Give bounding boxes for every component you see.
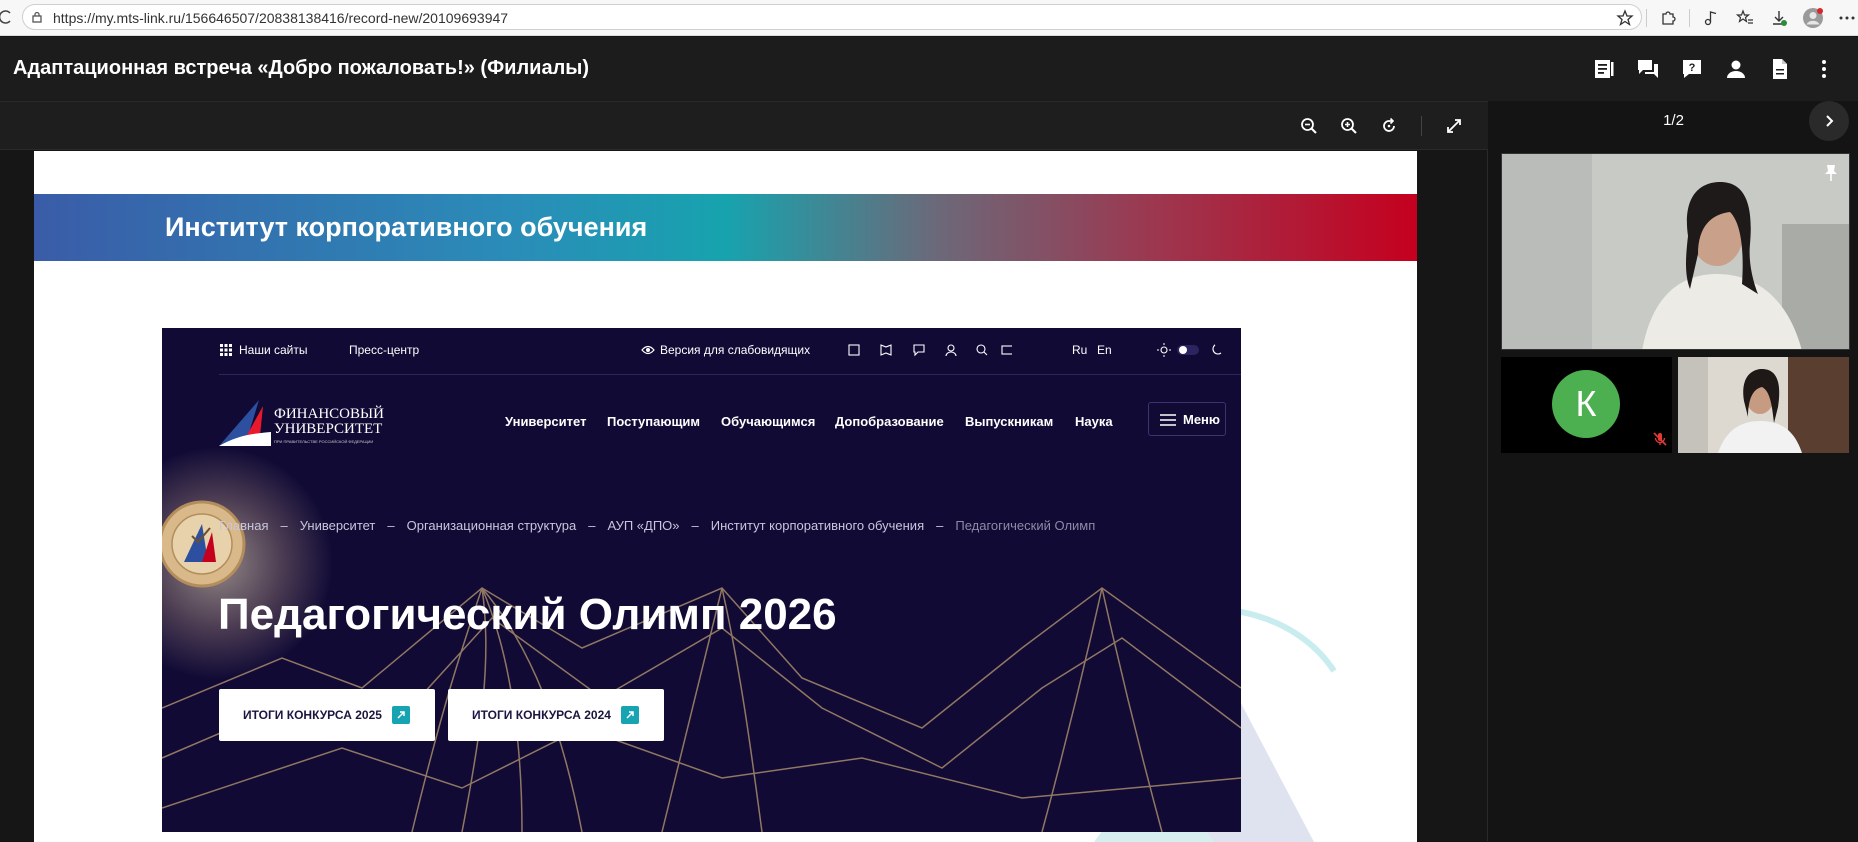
more-icon[interactable] <box>1830 4 1858 32</box>
site-navigation: ФИНАНСОВЫЙ УНИВЕРСИТЕТ ПРИ ПРАВИТЕЛЬСТВЕ… <box>162 392 1241 452</box>
results-2024-button[interactable]: ИТОГИ КОНКУРСА 2024 <box>448 689 664 741</box>
theme-toggle[interactable] <box>1157 342 1227 358</box>
file-icon[interactable] <box>1764 53 1796 85</box>
breadcrumb-item[interactable]: Институт корпоративного обучения <box>711 518 924 533</box>
lang-en[interactable]: En <box>1097 343 1112 357</box>
address-bar[interactable]: https://my.mts-link.ru/156646507/2083813… <box>22 4 1642 30</box>
participant-tile[interactable]: К <box>1501 357 1672 453</box>
breadcrumb-item[interactable]: Организационная структура <box>407 518 577 533</box>
browser-bar: https://my.mts-link.ru/156646507/2083813… <box>0 0 1858 36</box>
header-toolbar: ? <box>1588 53 1840 85</box>
viewer-toolbar <box>0 102 1488 150</box>
nav-students[interactable]: Обучающимся <box>721 414 815 429</box>
menu-button[interactable]: Меню <box>1148 402 1226 436</box>
external-link-icon <box>392 706 410 724</box>
favorites-icon[interactable] <box>1728 4 1762 32</box>
accessibility-link[interactable]: Версия для слабовидящих <box>660 343 810 357</box>
question-icon[interactable]: ? <box>1676 53 1708 85</box>
slide-banner: Институт корпоративного обучения <box>34 194 1417 261</box>
hamburger-icon <box>1160 414 1176 426</box>
university-logo[interactable]: ФИНАНСОВЫЙ УНИВЕРСИТЕТ ПРИ ПРАВИТЕЛЬСТВЕ… <box>219 396 389 452</box>
zoom-in-icon[interactable] <box>1335 112 1363 140</box>
reload-icon[interactable] <box>0 9 12 25</box>
star-icon[interactable] <box>1608 4 1642 32</box>
rotate-icon[interactable] <box>1375 112 1403 140</box>
divider <box>219 374 1241 375</box>
chat-icon[interactable] <box>1632 53 1664 85</box>
pin-icon[interactable] <box>1823 164 1839 182</box>
nav-science[interactable]: Наука <box>1075 414 1113 429</box>
participant-video[interactable] <box>1678 357 1849 453</box>
side-panel: 1/2 К <box>1489 101 1858 841</box>
website-screenshot: Наши сайты Пресс-центр Версия для слабов… <box>162 328 1241 832</box>
svg-text:?: ? <box>1689 62 1696 74</box>
participants-icon[interactable] <box>1720 53 1752 85</box>
nav-university[interactable]: Университет <box>505 414 586 429</box>
next-slide-button[interactable] <box>1809 101 1849 141</box>
participant-video-frame <box>1678 357 1849 453</box>
divider <box>1421 116 1422 136</box>
mountains-illustration <box>162 587 1241 832</box>
nav-further-education[interactable]: Допобразование <box>835 414 944 429</box>
logo-line-2: УНИВЕРСИТЕТ <box>274 421 383 437</box>
downloads-icon[interactable] <box>1762 4 1796 32</box>
divider <box>1646 9 1647 27</box>
chevron-right-icon <box>1826 115 1834 127</box>
page-counter: 1/2 <box>1663 112 1684 129</box>
app-header: Адаптационная встреча «Добро пожаловать!… <box>0 37 1858 101</box>
speaker-video[interactable] <box>1501 153 1850 350</box>
speaker-video-frame <box>1502 154 1849 349</box>
site-toolbar-icons <box>848 344 1012 357</box>
logo-line-3: ПРИ ПРАВИТЕЛЬСТВЕ РОССИЙСКОЙ ФЕДЕРАЦИИ <box>274 439 374 444</box>
media-icon[interactable] <box>1694 4 1728 32</box>
mic-muted-icon <box>1653 432 1667 446</box>
eye-icon <box>641 345 655 355</box>
more-vertical-icon[interactable] <box>1808 53 1840 85</box>
hero-title: Педагогический Олимп 2026 <box>218 590 837 639</box>
viewer-controls <box>1295 112 1468 140</box>
results-2025-button[interactable]: ИТОГИ КОНКУРСА 2025 <box>219 689 435 741</box>
breadcrumb: Главная – Университет – Организационная стру… <box>219 518 1096 533</box>
avatar: К <box>1552 370 1620 438</box>
presentation-viewer: Институт корпоративного обучения Наши са… <box>0 101 1488 842</box>
press-center-link[interactable]: Пресс-центр <box>349 343 419 357</box>
breadcrumb-item[interactable]: Университет <box>300 518 376 533</box>
grid-icon[interactable] <box>220 344 232 356</box>
presentation-slide: Институт корпоративного обучения Наши са… <box>34 151 1417 842</box>
medal-emblem <box>162 500 246 588</box>
lang-ru[interactable]: Ru <box>1072 343 1087 357</box>
profile-icon[interactable] <box>1796 4 1830 32</box>
breadcrumb-item[interactable]: АУП «ДПО» <box>607 518 679 533</box>
nav-applicants[interactable]: Поступающим <box>607 414 700 429</box>
menu-label: Меню <box>1183 412 1221 427</box>
fullscreen-icon[interactable] <box>1440 112 1468 140</box>
logo-emblem <box>219 400 271 446</box>
breadcrumb-item[interactable]: Главная <box>219 518 268 533</box>
slide-banner-title: Институт корпоративного обучения <box>165 212 648 242</box>
external-link-icon <box>621 706 639 724</box>
browser-toolbar <box>1608 4 1858 32</box>
page-title: Адаптационная встреча «Добро пожаловать!… <box>13 57 590 79</box>
divider <box>1689 9 1690 27</box>
our-sites-link[interactable]: Наши сайты <box>239 343 308 357</box>
url-text[interactable]: https://my.mts-link.ru/156646507/2083813… <box>53 10 508 26</box>
lock-icon[interactable] <box>31 11 43 23</box>
notes-icon[interactable] <box>1588 53 1620 85</box>
breadcrumb-current: Педагогический Олимп <box>955 518 1096 533</box>
extensions-icon[interactable] <box>1651 4 1685 32</box>
zoom-out-icon[interactable] <box>1295 112 1323 140</box>
site-top-bar: Наши сайты Пресс-центр Версия для слабов… <box>162 328 1241 374</box>
button-label: ИТОГИ КОНКУРСА 2025 <box>243 708 382 722</box>
button-label: ИТОГИ КОНКУРСА 2024 <box>472 708 611 722</box>
nav-graduates[interactable]: Выпускникам <box>965 414 1053 429</box>
